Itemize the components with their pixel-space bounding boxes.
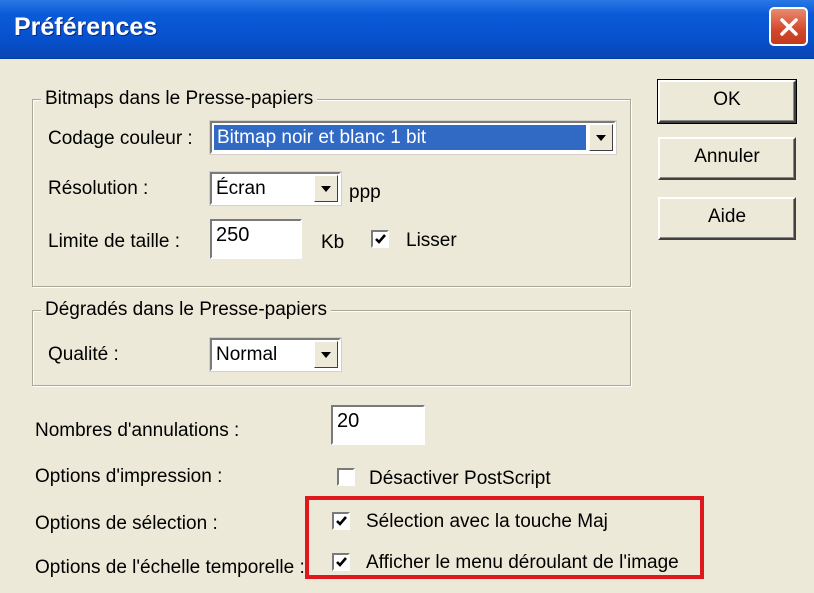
window-title: Préférences [14,13,158,41]
color-coding-value: Bitmap noir et blanc 1 bit [214,125,586,150]
selection-options-label: Options de sélection : [35,513,218,534]
size-limit-unit: Kb [321,232,345,253]
checkmark-icon [375,234,386,244]
timeline-options-label: Options de l'échelle temporelle : [35,557,305,578]
resolution-select[interactable]: Écran [209,171,342,206]
size-limit-input[interactable]: 250 [210,219,302,259]
close-button[interactable] [769,7,808,46]
resolution-dropdown-button[interactable] [314,175,338,202]
ok-button[interactable]: OK [657,79,797,124]
color-coding-select[interactable]: Bitmap noir et blanc 1 bit [209,120,617,155]
disable-postscript-checkbox[interactable] [337,468,355,486]
triangle-down-icon [321,186,331,192]
bitmaps-group-legend: Bitmaps dans le Presse-papiers [41,88,318,110]
disable-postscript-label: Désactiver PostScript [369,468,551,489]
quality-label: Qualité : [48,344,119,365]
print-options-label: Options d'impression : [35,466,223,487]
resolution-label: Résolution : [48,178,149,199]
size-limit-value: 250 [216,224,250,246]
smooth-checkbox[interactable] [371,230,389,248]
triangle-down-icon [596,135,606,141]
triangle-down-icon [321,352,331,358]
cancel-button[interactable]: Annuler [658,137,796,180]
quality-select[interactable]: Normal [209,337,342,372]
resolution-value: Écran [216,178,266,199]
quality-value: Normal [216,344,278,365]
undo-count-value: 20 [337,410,360,432]
help-button[interactable]: Aide [658,197,796,240]
title-bar[interactable]: Préférences [0,0,814,59]
gradients-group-legend: Dégradés dans le Presse-papiers [41,299,331,321]
highlight-box [305,496,704,579]
close-x-icon [780,18,798,36]
quality-dropdown-button[interactable] [314,341,338,368]
size-limit-label: Limite de taille : [48,231,181,252]
resolution-unit: ppp [349,182,381,203]
color-coding-label: Codage couleur : [48,128,193,149]
undo-count-input[interactable]: 20 [331,405,425,445]
undo-count-label: Nombres d'annulations : [35,420,240,441]
color-coding-dropdown-button[interactable] [589,124,613,151]
smooth-label: Lisser [406,230,457,251]
